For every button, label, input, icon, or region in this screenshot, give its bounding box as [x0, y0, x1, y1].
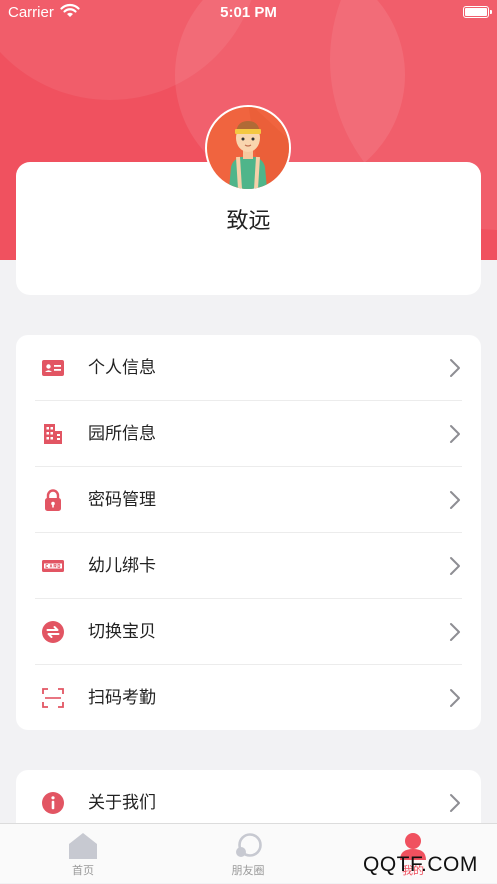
card-icon — [42, 560, 64, 572]
chevron-right-icon — [450, 689, 460, 707]
menu-item-label: 园所信息 — [88, 424, 156, 444]
chevron-right-icon — [450, 557, 460, 575]
chevron-right-icon — [450, 359, 460, 377]
menu-item-label: 关于我们 — [88, 793, 156, 813]
menu-item-label: 扫码考勤 — [88, 688, 156, 708]
menu-item-label: 个人信息 — [88, 358, 156, 378]
avatar[interactable] — [205, 105, 291, 191]
home-icon — [69, 833, 97, 859]
status-time: 5:01 PM — [220, 4, 277, 21]
settings-menu: 个人信息 园所信息 密码管理 幼儿绑卡 切换宝贝 扫码考勤 — [16, 335, 481, 730]
tab-label: 首页 — [72, 864, 94, 877]
moments-icon — [236, 833, 262, 857]
menu-item-scan-attendance[interactable]: 扫码考勤 — [16, 665, 481, 730]
tab-moments[interactable]: 朋友圈 — [188, 824, 308, 884]
lock-icon — [45, 489, 61, 511]
scan-icon — [42, 688, 64, 708]
watermark: QQTF.COM — [363, 853, 478, 876]
chevron-right-icon — [450, 425, 460, 443]
tab-home[interactable]: 首页 — [23, 824, 143, 884]
avatar-person-icon — [229, 107, 289, 189]
menu-item-password[interactable]: 密码管理 — [16, 467, 481, 533]
chevron-right-icon — [450, 491, 460, 509]
chevron-right-icon — [450, 794, 460, 812]
menu-item-label: 密码管理 — [88, 490, 156, 510]
menu-item-label: 幼儿绑卡 — [88, 556, 156, 576]
menu-item-label: 切换宝贝 — [88, 622, 156, 642]
menu-item-switch-child[interactable]: 切换宝贝 — [16, 599, 481, 665]
chevron-right-icon — [450, 623, 460, 641]
switch-icon — [42, 621, 64, 643]
battery-icon — [463, 6, 492, 18]
menu-item-child-card[interactable]: 幼儿绑卡 — [16, 533, 481, 599]
username: 致远 — [226, 209, 271, 234]
menu-item-personal-info[interactable]: 个人信息 — [16, 335, 481, 401]
status-bar: Carrier 5:01 PM — [0, 0, 497, 26]
id-card-icon — [42, 360, 64, 376]
menu-item-school-info[interactable]: 园所信息 — [16, 401, 481, 467]
info-icon — [42, 792, 64, 814]
tab-label: 朋友圈 — [231, 864, 265, 877]
building-icon — [44, 424, 62, 444]
